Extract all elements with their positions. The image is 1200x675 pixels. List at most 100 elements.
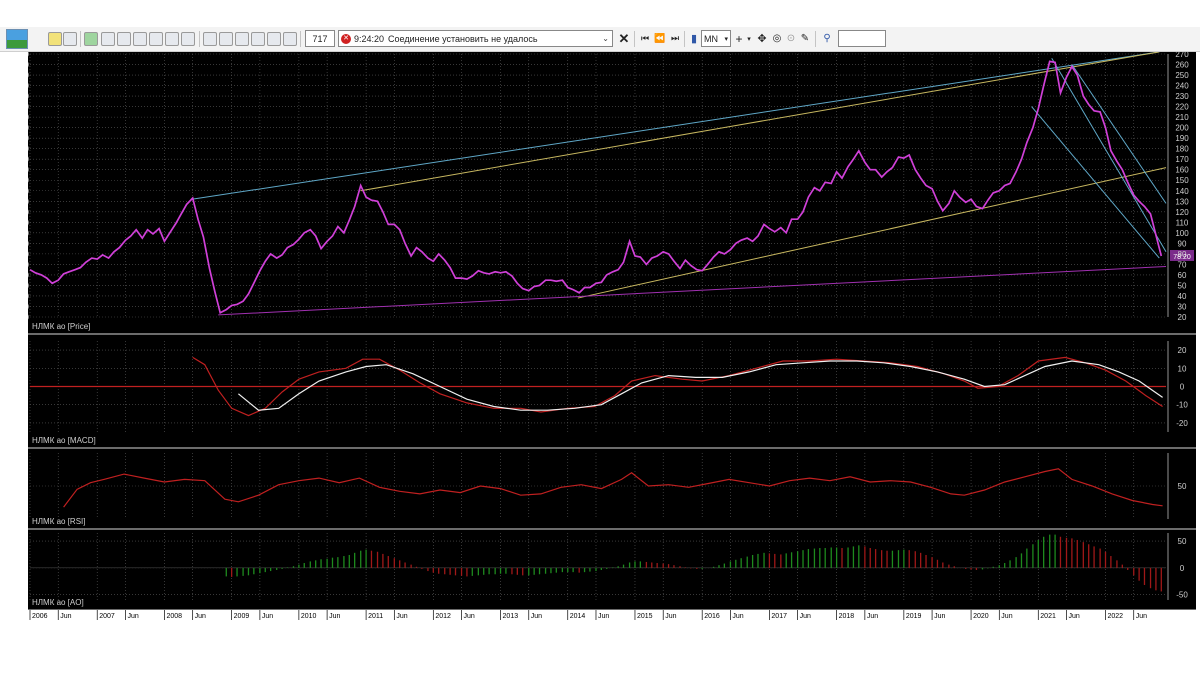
time-axis-month-label: Jun <box>732 613 743 620</box>
y-tick-label-right: -50 <box>1176 591 1188 600</box>
y-tick-label-left: 50 <box>28 281 30 290</box>
y-tick-label-left: 250 <box>28 71 30 80</box>
y-tick-label-left: 230 <box>28 92 30 101</box>
refresh-icon[interactable] <box>84 32 98 46</box>
toolbar: 717 ✕ 9:24:20 Соединение установить не у… <box>0 27 1200 52</box>
rsi-series-line <box>63 468 1163 508</box>
y-tick-label-right: 60 <box>1178 271 1187 280</box>
list-icon[interactable] <box>165 32 179 46</box>
copy-icon[interactable] <box>181 32 195 46</box>
y-tick-label-right: 20 <box>1178 346 1187 355</box>
y-tick-label-left: 190 <box>28 134 30 143</box>
y-tick-label-right: 260 <box>1175 61 1189 70</box>
hand-icon[interactable] <box>219 32 233 46</box>
last-price-label: 78.20 <box>1173 254 1191 261</box>
close-icon[interactable]: ✕ <box>617 30 631 47</box>
text-icon[interactable] <box>235 32 249 46</box>
target-icon[interactable]: ◎ <box>771 30 783 47</box>
y-tick-label-left: 70 <box>28 260 30 269</box>
y-tick-label-right: 230 <box>1175 92 1189 101</box>
panel-1 <box>8 51 1196 335</box>
search-icon[interactable]: ⚲ <box>820 30 834 47</box>
panel-2 <box>8 341 1196 449</box>
time-axis-month-label: Jun <box>60 613 71 620</box>
legend-label: НЛМК ао [MACD] <box>32 436 96 445</box>
time-axis-month-label: Jun <box>867 613 878 620</box>
counter-field[interactable]: 717 <box>305 30 335 47</box>
time-axis-year-label: 2016 <box>704 613 720 620</box>
move-icon[interactable]: ✥ <box>756 30 768 47</box>
y-tick-label-right: 190 <box>1175 134 1189 143</box>
y-tick-label-left: 30 <box>28 302 30 311</box>
pointer-icon[interactable] <box>251 32 265 46</box>
time-axis-year-label: 2022 <box>1108 613 1124 620</box>
time-axis-month-label: Jun <box>598 613 609 620</box>
bar-chart-icon[interactable]: ▮ <box>688 30 700 47</box>
y-tick-label-left: 220 <box>28 103 30 112</box>
y-tick-label-left: 210 <box>28 113 30 122</box>
time-axis-year-label: 2013 <box>503 613 519 620</box>
zoom-icon[interactable]: ⊙ <box>785 30 797 47</box>
last-icon[interactable]: ⏭ <box>668 30 682 47</box>
time-axis-year-label: 2019 <box>906 613 922 620</box>
app-logo-icon[interactable] <box>6 29 28 49</box>
status-message: Соединение установить не удалось <box>388 33 538 44</box>
y-tick-label-left: 100 <box>28 229 30 238</box>
legend-label: НЛМК ао [Price] <box>32 322 90 331</box>
time-axis-year-label: 2010 <box>301 613 317 620</box>
drag-icon[interactable] <box>267 32 281 46</box>
y-tick-label-left: 160 <box>28 166 30 175</box>
status-dropdown[interactable]: ✕ 9:24:20 Соединение установить не удало… <box>338 30 613 47</box>
y-tick-label-right: 30 <box>1178 302 1187 311</box>
panel-3 <box>8 453 1196 530</box>
time-axis-year-label: 2021 <box>1040 613 1056 620</box>
time-axis-year-label: 2007 <box>99 613 115 620</box>
legend-label: НЛМК ао [AO] <box>32 598 84 607</box>
y-tick-label-right: 0 <box>1180 383 1185 392</box>
grid-icon[interactable] <box>149 32 163 46</box>
prev-icon[interactable]: ⏪ <box>653 30 667 47</box>
y-tick-label-right: 210 <box>1175 113 1189 122</box>
first-icon[interactable]: ⏮ <box>638 30 652 47</box>
pan-icon[interactable] <box>283 32 297 46</box>
chevron-down-icon: ▾ <box>724 35 728 43</box>
key-icon[interactable] <box>48 32 62 46</box>
chart-canvas[interactable]: 2020303040405050606070708080909010010011… <box>8 50 1196 620</box>
table-icon[interactable] <box>133 32 147 46</box>
layout-icon[interactable] <box>117 32 131 46</box>
time-axis-month-label: Jun <box>396 613 407 620</box>
search-input[interactable] <box>838 30 886 47</box>
chart-area[interactable]: 2020303040405050606070708080909010010011… <box>8 50 1196 620</box>
time-axis-year-label: 2011 <box>368 613 383 620</box>
time-axis-year-label: 2009 <box>234 613 250 620</box>
y-tick-label-right: 120 <box>1175 208 1189 217</box>
time-axis-month-label: Jun <box>329 613 340 620</box>
time-axis-month-label: Jun <box>665 613 676 620</box>
y-tick-label-left: 20 <box>28 313 30 322</box>
window-icon[interactable] <box>101 32 115 46</box>
y-tick-label-right: 110 <box>1176 218 1189 227</box>
connect-icon[interactable] <box>63 32 77 46</box>
y-tick-label-right: 90 <box>1178 239 1187 248</box>
trend-line <box>1071 64 1167 204</box>
y-tick-label-left: 200 <box>28 124 30 133</box>
y-tick-label-left: 80 <box>28 250 30 259</box>
y-tick-label-right: 170 <box>1175 155 1189 164</box>
period-value: MN <box>704 33 718 44</box>
y-tick-label-right: 10 <box>1178 364 1187 373</box>
chevron-down-icon[interactable]: ▾ <box>745 30 753 47</box>
ruler-icon[interactable]: ✎ <box>799 30 811 47</box>
info-icon[interactable] <box>203 32 217 46</box>
y-tick-label-left: 140 <box>28 187 30 196</box>
period-select[interactable]: MN ▾ <box>701 30 731 47</box>
error-icon: ✕ <box>341 33 351 44</box>
trend-line <box>1031 106 1160 259</box>
y-tick-label-right: 270 <box>1175 52 1189 59</box>
y-tick-label-right: -10 <box>1176 401 1188 410</box>
y-tick-label-left: 40 <box>28 292 30 301</box>
time-axis-year-label: 2015 <box>637 613 653 620</box>
chevron-down-icon: ⌄ <box>602 34 609 43</box>
y-tick-label-left: 120 <box>28 208 30 217</box>
y-tick-label-right: 220 <box>1175 103 1189 112</box>
crosshair-icon[interactable]: + <box>734 30 744 47</box>
